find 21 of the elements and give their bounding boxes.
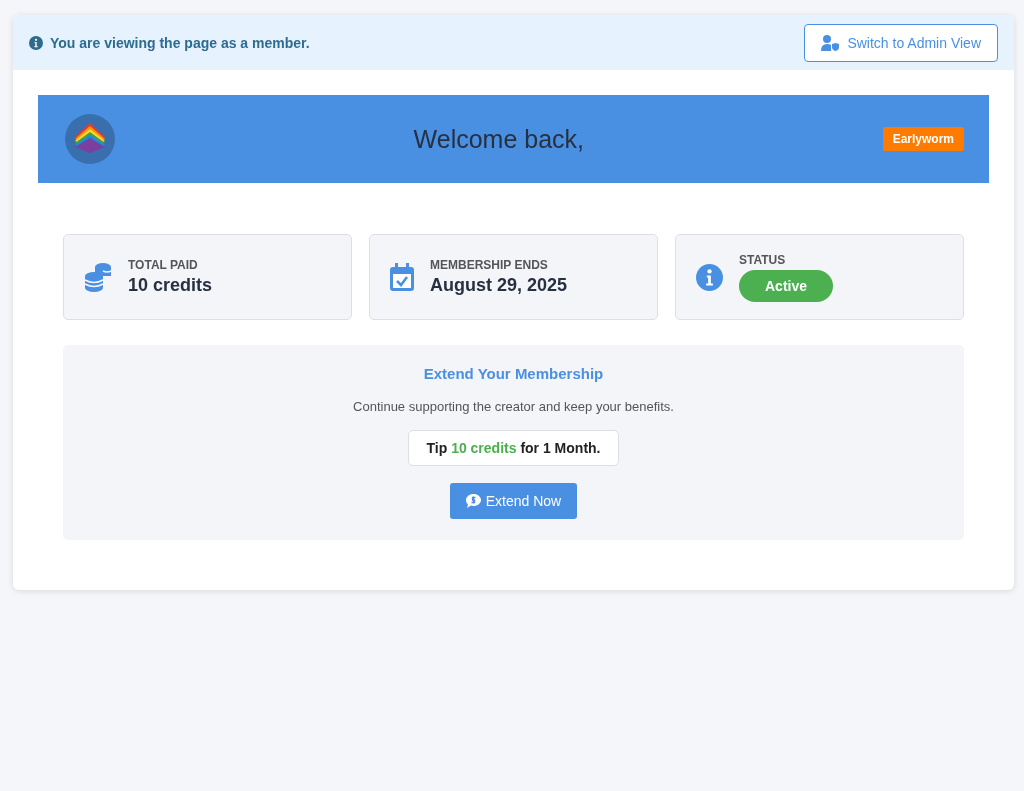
- stat-label: STATUS: [739, 252, 787, 267]
- notice-text: You are viewing the page as a member.: [50, 34, 310, 51]
- user-shield-icon: [821, 34, 840, 51]
- info-icon: [29, 35, 43, 50]
- stat-value: 10 credits: [128, 275, 213, 296]
- stat-label: MEMBERSHIP ENDS: [430, 258, 549, 272]
- coins-icon: [84, 262, 112, 292]
- extend-subtitle: Continue supporting the creator and keep your benefits.: [353, 399, 674, 414]
- calendar-check-icon: [390, 263, 414, 291]
- extend-button[interactable]: Extend Now: [449, 483, 578, 519]
- info-icon: [696, 263, 723, 291]
- logo-icon: [75, 123, 105, 155]
- tip-amount: Tip 10 credits for 1 Month.: [408, 430, 619, 466]
- extend-title: Extend Your Membership: [423, 365, 604, 382]
- stat-value: August 29, 2025: [430, 275, 568, 296]
- welcome-title: Welcome back,: [412, 124, 586, 154]
- tier-badge: Earlyworm: [882, 127, 964, 151]
- status-pill: Active: [739, 269, 834, 302]
- admin-view-button[interactable]: Switch to Admin View: [804, 23, 998, 62]
- stat-label: TOTAL PAID: [128, 258, 199, 272]
- chat-dollar-icon: [465, 494, 481, 508]
